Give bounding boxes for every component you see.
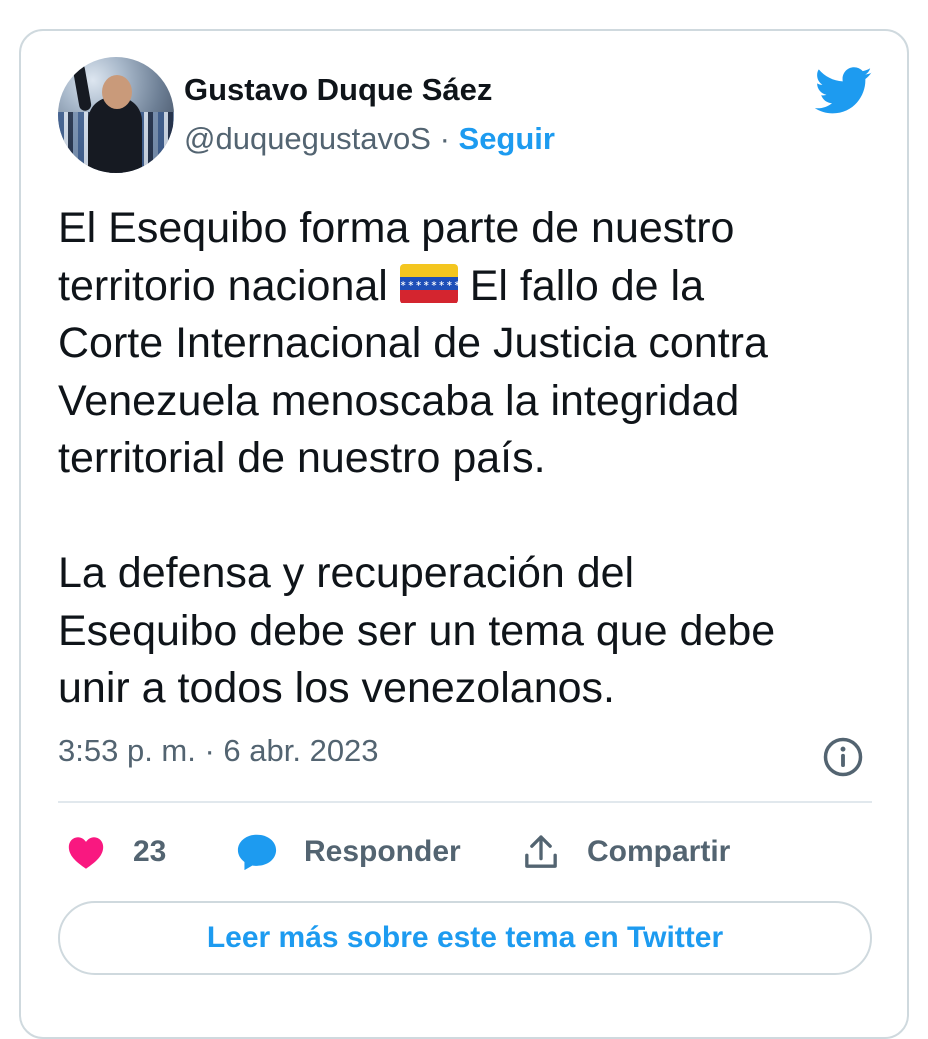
author-handle[interactable]: @duquegustavoS	[184, 121, 431, 156]
reply-label: Responder	[304, 835, 461, 868]
tweet-text: El Esequibo forma parte de nuestro terri…	[58, 200, 878, 718]
avatar-raised-arm	[71, 62, 93, 112]
share-label: Compartir	[587, 835, 731, 868]
author-handle-row: @duquegustavoS · Seguir	[184, 121, 555, 157]
info-icon[interactable]	[822, 736, 864, 778]
share-upload-icon	[525, 835, 557, 868]
divider	[58, 801, 872, 803]
read-more-label: Leer más sobre este tema en Twitter	[206, 921, 724, 954]
tweet-timestamp[interactable]: 3:53 p. m. · 6 abr. 2023	[58, 733, 379, 769]
avatar[interactable]	[58, 57, 174, 173]
read-more-button[interactable]: Leer más sobre este tema en Twitter	[58, 901, 872, 975]
author-name[interactable]: Gustavo Duque Sáez	[184, 72, 492, 108]
tweet-text-line2-end: El fallo de la	[457, 261, 704, 310]
handle-separator: ·	[439, 121, 450, 156]
venezuela-flag-icon: ∗∗∗∗∗∗∗∗	[399, 263, 458, 304]
follow-button[interactable]: Seguir	[459, 121, 555, 156]
share-button[interactable]: Compartir	[521, 828, 730, 876]
like-button[interactable]: 23	[66, 828, 166, 876]
reply-bubble-icon	[237, 834, 277, 871]
tweet-text-rest: Corte Internacional de Justicia contra V…	[58, 319, 776, 712]
heart-icon	[68, 837, 104, 869]
like-count: 23	[133, 835, 167, 868]
reply-button[interactable]: Responder	[235, 828, 461, 876]
tweet-text-line1: El Esequibo forma parte de nuestro	[58, 204, 735, 252]
tweet-text-line2-start: territorio nacional	[58, 261, 400, 310]
avatar-person-head	[102, 75, 132, 109]
twitter-bird-icon[interactable]	[815, 67, 873, 115]
